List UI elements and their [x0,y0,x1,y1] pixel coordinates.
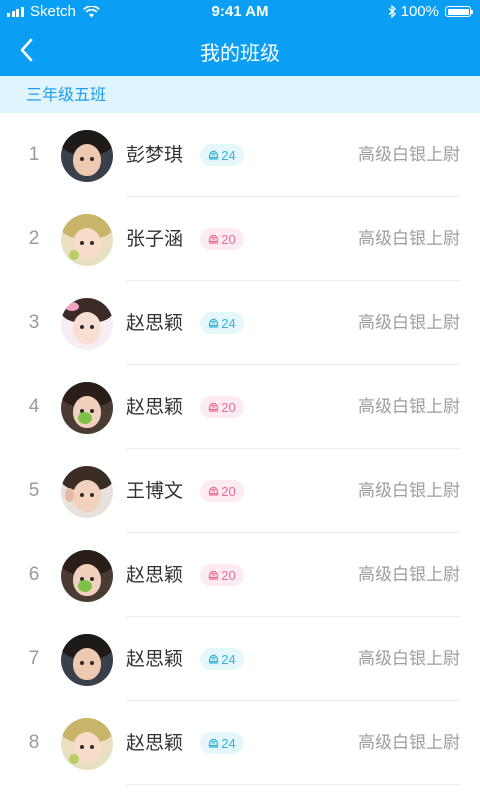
avatar [61,634,113,686]
helmet-icon [209,570,219,580]
rank-title: 高级白银上尉 [358,481,460,501]
student-row-4[interactable]: 4 赵思颖 20 高级白银上尉 [0,365,480,449]
avatar [61,466,113,518]
battery-percent: 100% [400,3,439,20]
badge-value: 20 [221,399,236,415]
bluetooth-icon [388,5,396,18]
rank-number: 8 [28,732,40,753]
badge-value: 24 [221,147,236,163]
rank-title: 高级白银上尉 [358,229,460,249]
helmet-icon [209,318,219,328]
rank-title: 高级白银上尉 [358,733,460,753]
level-badge: 24 [200,144,244,166]
row-divider [126,784,460,785]
level-badge: 20 [200,228,244,250]
avatar-face [73,648,101,680]
nav-bar: 我的班级 [0,24,480,76]
avatar [61,130,113,182]
status-bar: Sketch 9:41 AM 100% [0,0,480,24]
avatar-face [73,480,101,512]
student-name: 赵思颖 [126,564,184,586]
student-row-5[interactable]: 5 王博文 20 高级白银上尉 [0,449,480,533]
student-list: 1 彭梦琪 24 高级白银上尉 2 张子涵 20 高级白银上尉 3 赵思颖 24… [0,113,480,785]
rank-number: 6 [28,564,40,585]
badge-value: 20 [221,483,236,499]
battery-level [447,8,469,15]
rank-number: 2 [28,228,40,249]
avatar [61,298,113,350]
class-section-header: 三年级五班 [0,76,480,113]
student-row-6[interactable]: 6 赵思颖 20 高级白银上尉 [0,533,480,617]
student-row-3[interactable]: 3 赵思颖 24 高级白银上尉 [0,281,480,365]
avatar-face [73,144,101,176]
level-badge: 20 [200,396,244,418]
badge-value: 24 [221,315,236,331]
avatar-accessory [65,488,74,502]
student-name: 张子涵 [126,228,184,250]
student-name: 赵思颖 [126,396,184,418]
rank-title: 高级白银上尉 [358,145,460,165]
badge-value: 20 [221,231,236,247]
avatar-accessory [69,250,79,260]
rank-number: 1 [28,144,40,165]
rank-title: 高级白银上尉 [358,565,460,585]
student-row-8[interactable]: 8 赵思颖 24 高级白银上尉 [0,701,480,785]
status-right: 100% [388,3,473,20]
student-row-1[interactable]: 1 彭梦琪 24 高级白银上尉 [0,113,480,197]
rank-title: 高级白银上尉 [358,397,460,417]
student-row-2[interactable]: 2 张子涵 20 高级白银上尉 [0,197,480,281]
helmet-icon [209,738,219,748]
avatar [61,214,113,266]
badge-value: 24 [221,735,236,751]
avatar [61,382,113,434]
helmet-icon [209,654,219,664]
avatar [61,550,113,602]
student-name: 赵思颖 [126,732,184,754]
avatar-accessory [69,754,79,764]
level-badge: 24 [200,312,244,334]
student-name: 赵思颖 [126,312,184,334]
rank-number: 5 [28,480,40,501]
level-badge: 24 [200,648,244,670]
badge-value: 24 [221,651,236,667]
rank-title: 高级白银上尉 [358,313,460,333]
level-badge: 20 [200,564,244,586]
level-badge: 20 [200,480,244,502]
student-name: 彭梦琪 [126,144,184,166]
avatar-accessory [65,302,79,311]
app-header: Sketch 9:41 AM 100% 我的班级 [0,0,480,76]
rank-number: 4 [28,396,40,417]
helmet-icon [209,486,219,496]
battery-icon [445,6,473,17]
student-name: 王博文 [126,480,184,502]
badge-value: 20 [221,567,236,583]
avatar-face [73,312,101,344]
avatar-accessory [78,580,92,592]
student-row-7[interactable]: 7 赵思颖 24 高级白银上尉 [0,617,480,701]
level-badge: 24 [200,732,244,754]
helmet-icon [209,150,219,160]
rank-title: 高级白银上尉 [358,649,460,669]
rank-number: 3 [28,312,40,333]
page-title: 我的班级 [200,41,280,65]
student-name: 赵思颖 [126,648,184,670]
rank-number: 7 [28,648,40,669]
avatar-accessory [78,412,92,424]
avatar [61,718,113,770]
helmet-icon [209,234,219,244]
helmet-icon [209,402,219,412]
